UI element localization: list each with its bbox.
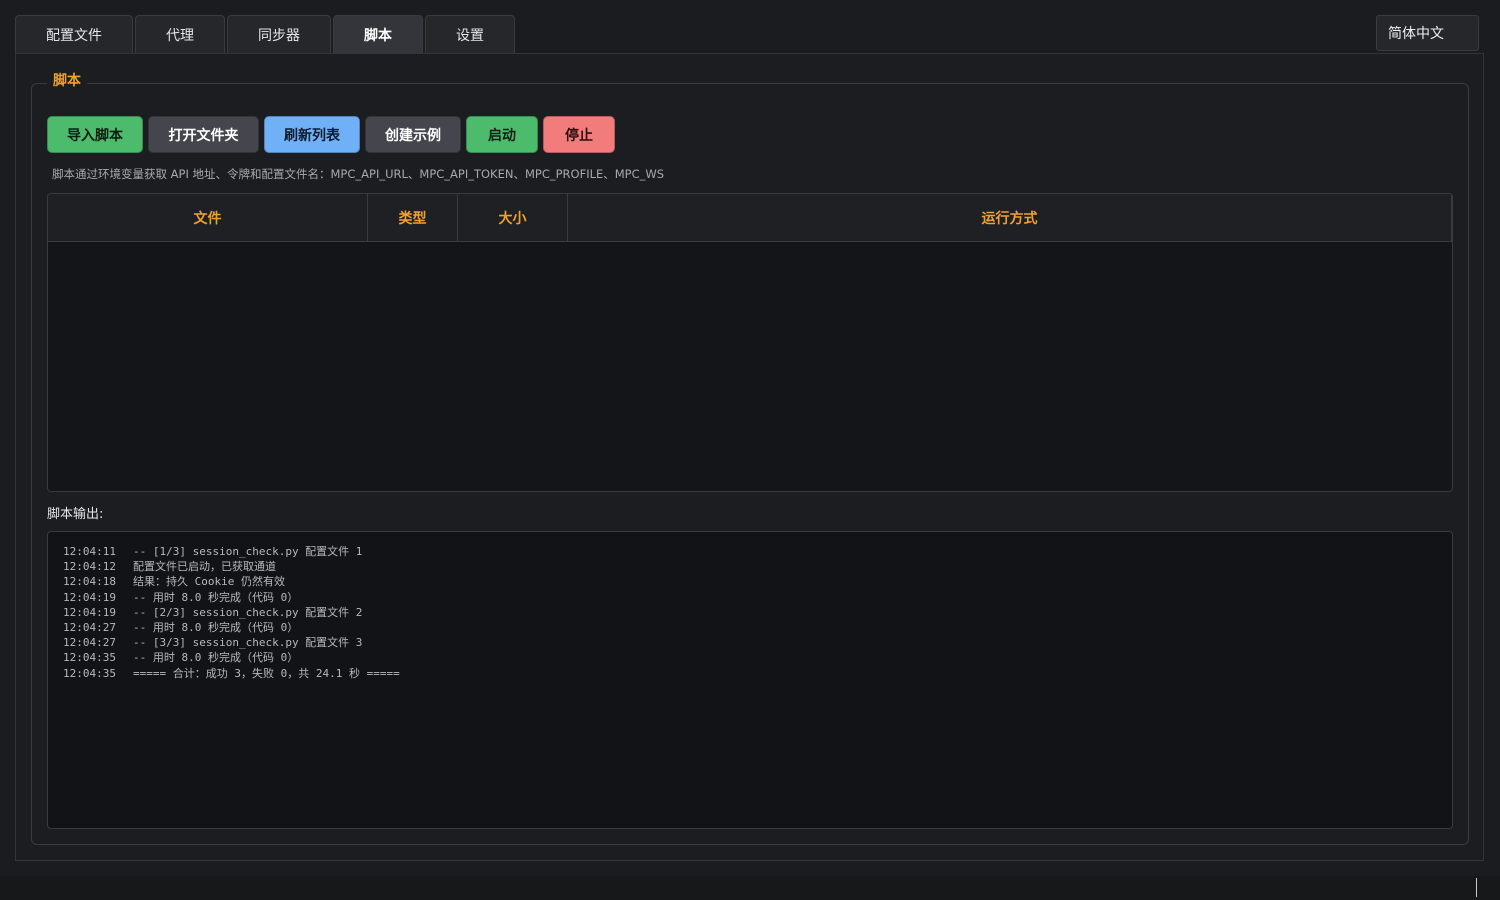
log-message: -- [2/3] session_check.py 配置文件 2 — [133, 605, 363, 619]
log-timestamp: 12:04:12 — [63, 560, 116, 574]
start-button[interactable]: 启动 — [466, 116, 538, 153]
import-script-button[interactable]: 导入脚本 — [47, 116, 143, 153]
log-timestamp: 12:04:27 — [63, 636, 116, 650]
output-label: 脚本输出: — [47, 507, 104, 522]
column-header-run-mode[interactable]: 运行方式 — [568, 194, 1452, 241]
tab-proxy[interactable]: 代理 — [135, 15, 225, 54]
log-timestamp: 12:04:18 — [63, 575, 116, 589]
status-bar-size-grip[interactable] — [1476, 878, 1477, 897]
log-message: -- [1/3] session_check.py 配置文件 1 — [133, 545, 363, 558]
log-timestamp: 12:04:19 — [63, 590, 116, 604]
log-timestamp: 12:04:11 — [63, 545, 116, 558]
log-line: 12:04:27 -- [3/3] session_check.py 配置文件 3 — [63, 635, 1437, 650]
log-timestamp: 12:04:35 — [63, 651, 116, 665]
table-header: 文件 类型 大小 运行方式 — [48, 194, 1452, 242]
log-line: 12:04:35 -- 用时 8.0 秒完成（代码 0） — [63, 650, 1437, 665]
log-message: 结果：持久 Cookie 仍然有效 — [133, 575, 285, 589]
column-header-type[interactable]: 类型 — [368, 194, 458, 241]
status-bar — [0, 876, 1500, 900]
script-table[interactable]: 文件 类型 大小 运行方式 — [47, 193, 1453, 492]
column-header-size[interactable]: 大小 — [458, 194, 568, 241]
tab-settings[interactable]: 设置 — [425, 15, 515, 54]
log-line: 12:04:12 配置文件已启动，已获取通道 — [63, 559, 1437, 574]
log-line: 12:04:19 -- 用时 8.0 秒完成（代码 0） — [63, 590, 1437, 605]
log-line: 12:04:18 结果：持久 Cookie 仍然有效 — [63, 574, 1437, 589]
env-hint-text: 脚本通过环境变量获取 API 地址、令牌和配置文件名：MPC_API_URL、M… — [52, 167, 665, 181]
column-header-file[interactable]: 文件 — [48, 194, 368, 241]
log-timestamp: 12:04:19 — [63, 605, 116, 619]
log-message: -- 用时 8.0 秒完成（代码 0） — [133, 651, 299, 665]
script-output-console[interactable]: 12:04:11 -- [1/3] session_check.py 配置文件 1… — [47, 531, 1453, 829]
tab-profiles[interactable]: 配置文件 — [15, 15, 133, 54]
group-title: 脚本 — [47, 70, 87, 90]
log-message: -- 用时 8.0 秒完成（代码 0） — [133, 620, 299, 634]
tab-scripts[interactable]: 脚本 — [333, 15, 423, 54]
log-message: 配置文件已启动，已获取通道 — [133, 560, 276, 574]
log-line: 12:04:11 -- [1/3] session_check.py 配置文件 1 — [63, 544, 1437, 559]
open-folder-button[interactable]: 打开文件夹 — [148, 116, 259, 153]
stop-button[interactable]: 停止 — [543, 116, 615, 153]
log-timestamp: 12:04:27 — [63, 620, 116, 634]
log-timestamp: 12:04:35 — [63, 666, 116, 680]
log-line: 12:04:35 ===== 合计：成功 3，失败 0，共 24.1 秒 ====… — [63, 666, 1437, 681]
create-example-button[interactable]: 创建示例 — [365, 116, 461, 153]
log-message: -- 用时 8.0 秒完成（代码 0） — [133, 590, 299, 604]
language-select[interactable]: 简体中文 — [1376, 15, 1479, 51]
log-line: 12:04:19 -- [2/3] session_check.py 配置文件 2 — [63, 605, 1437, 620]
log-message: ===== 合计：成功 3，失败 0，共 24.1 秒 ===== — [133, 666, 400, 680]
log-message: -- [3/3] session_check.py 配置文件 3 — [133, 636, 363, 650]
refresh-list-button[interactable]: 刷新列表 — [264, 116, 360, 153]
log-line: 12:04:27 -- 用时 8.0 秒完成（代码 0） — [63, 620, 1437, 635]
tab-synchronizer[interactable]: 同步器 — [227, 15, 331, 54]
